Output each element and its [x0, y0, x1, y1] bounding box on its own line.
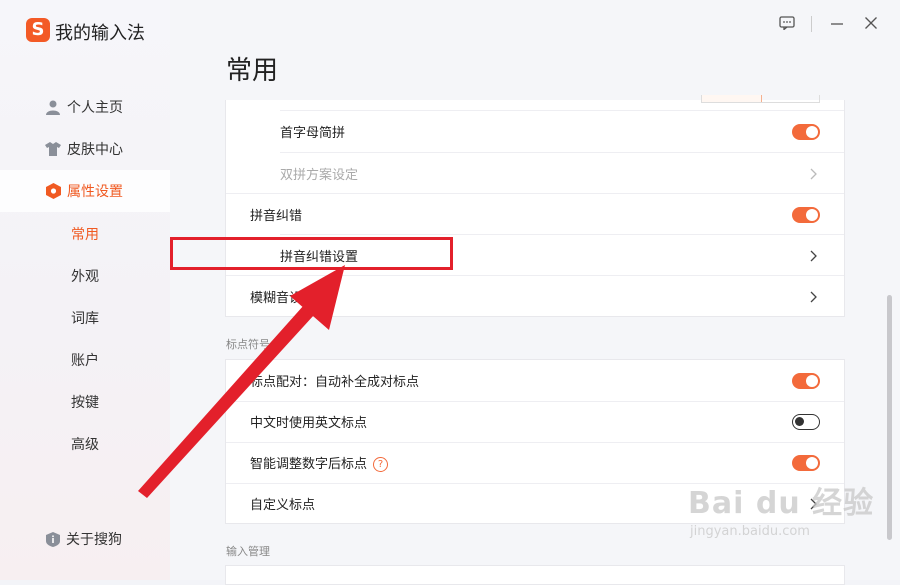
watermark-brand: Bai du 经验 — [688, 486, 875, 521]
watermark-url: jingyan.baidu.com — [690, 524, 810, 539]
baidu-jingyan-watermark: Bai du 经验 jingyan.baidu.com — [688, 478, 874, 539]
